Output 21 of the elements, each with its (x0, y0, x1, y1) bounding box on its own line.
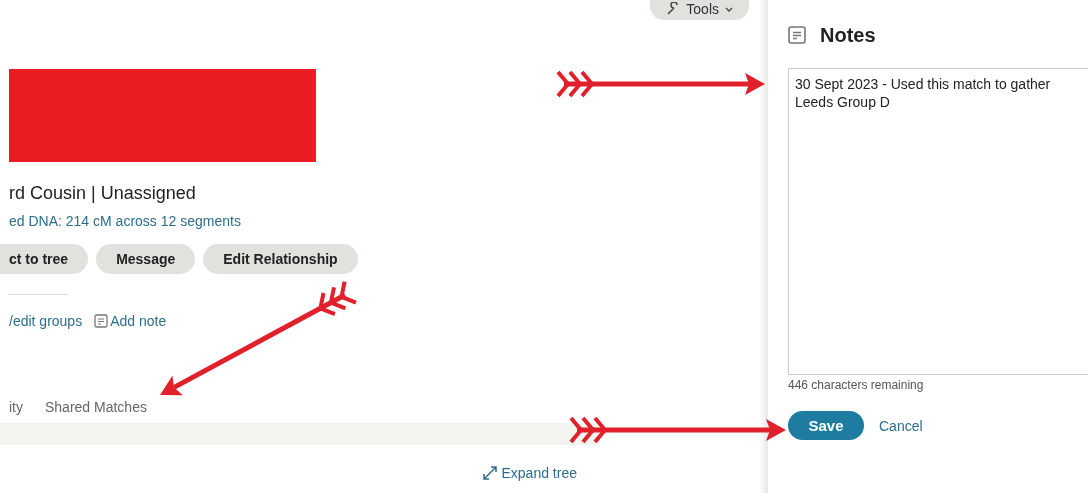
expand-tree-link[interactable]: Expand tree (481, 465, 577, 481)
caret-icon (725, 5, 733, 13)
tab[interactable]: ity (9, 399, 23, 415)
wrench-icon (666, 2, 681, 16)
note-icon (94, 314, 109, 328)
panel-title: Notes (820, 23, 876, 47)
cancel-link[interactable]: Cancel (879, 417, 923, 434)
tools-button[interactable]: Tools (650, 0, 749, 20)
edit-groups-link[interactable]: /edit groups (9, 313, 83, 329)
save-button[interactable]: Save (788, 411, 864, 440)
note-icon (788, 26, 806, 44)
action-button[interactable]: ct to tree (0, 244, 89, 274)
add-note-link[interactable]: Add note (110, 313, 167, 329)
character-count: 446 characters remaining (788, 378, 925, 392)
action-button[interactable]: Edit Relationship (203, 244, 358, 274)
tab[interactable]: Shared Matches (45, 399, 147, 415)
notes-field[interactable]: 30 Sept 2023 - Used this match to gather Leeds Group D (788, 68, 1088, 375)
relationship-text: rd Cousin | Unassigned (9, 183, 197, 204)
action-button[interactable]: Message (96, 244, 196, 274)
shared-dna-link[interactable]: ed DNA: 214 cM across 12 segments (9, 213, 759, 229)
expand-icon (481, 465, 498, 481)
